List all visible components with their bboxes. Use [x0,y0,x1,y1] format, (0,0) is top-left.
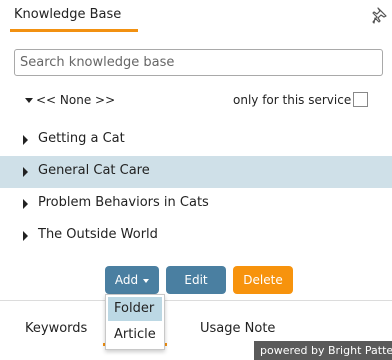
chevron-down-icon[interactable] [25,98,33,103]
tab-keywords[interactable]: Keywords [25,321,87,336]
panel-header: Knowledge Base [0,0,392,34]
divider [0,300,392,301]
expand-arrow-icon[interactable] [23,135,28,145]
tree-item[interactable]: General Cat Care [0,156,392,188]
delete-button[interactable]: Delete [233,266,293,294]
tree-item-label: General Cat Care [38,163,150,178]
tree-item[interactable]: The Outside World [0,220,392,252]
search-input[interactable] [14,49,383,76]
pin-icon[interactable] [372,7,388,25]
tree-item-label: Problem Behaviors in Cats [38,195,209,210]
tab-usage-note[interactable]: Usage Note [200,321,275,336]
tree-item[interactable]: Problem Behaviors in Cats [0,188,392,220]
active-tab-indicator [10,29,138,32]
scope-selector[interactable]: << None >> [36,93,115,107]
add-menu: Folder Article [105,294,165,350]
tree-item[interactable]: Getting a Cat [0,124,392,156]
only-for-service-checkbox[interactable] [353,92,368,107]
menu-item-folder[interactable]: Folder [108,297,162,321]
expand-arrow-icon[interactable] [23,231,28,241]
expand-arrow-icon[interactable] [23,199,28,209]
tree-item-label: The Outside World [38,227,158,242]
filter-row: << None >> only for this service [0,90,392,112]
edit-button[interactable]: Edit [166,266,226,294]
tree-item-label: Getting a Cat [38,131,125,146]
menu-item-article[interactable]: Article [108,323,162,347]
chevron-down-icon [143,278,150,283]
only-for-service-label: only for this service [233,93,352,107]
expand-arrow-icon[interactable] [23,167,28,177]
add-button-label: Add [114,273,139,287]
add-button[interactable]: Add [105,266,159,294]
tab-knowledge-base[interactable]: Knowledge Base [14,7,121,22]
powered-by-badge[interactable]: powered by Bright Pattern [254,341,392,360]
